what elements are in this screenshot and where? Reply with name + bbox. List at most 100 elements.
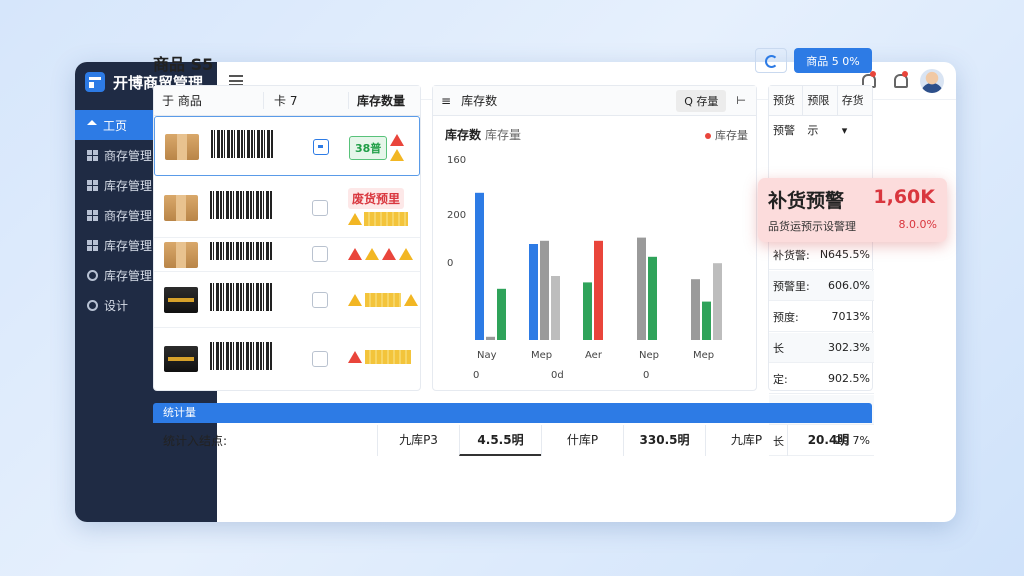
x-tick-label: Aer [585,350,603,361]
x-tick-label: Nay [477,350,497,361]
alert-pct: 45.5% [835,248,870,261]
warning-icon [382,248,396,260]
grid-icon [87,179,98,191]
inventory-chart-panel: ≡ 库存数 Q 存量 ⊢ 库存数库存量 库存量 1201602000NayMep… [432,85,757,391]
row-checkbox[interactable] [312,246,328,262]
list-icon: ≡ [441,93,452,108]
row-checkbox[interactable] [312,200,328,216]
chart-bar[interactable] [497,288,506,340]
x-sublabel: 0 [643,370,649,381]
home-icon [87,119,97,125]
chart-header: ≡ 库存数 Q 存量 ⊢ [433,86,756,116]
chart-bar[interactable] [529,244,538,340]
alert-pct: 13% [845,310,870,323]
alert-qty: 90 [828,372,843,385]
popup-percent: 8.0.0% [898,218,937,231]
alert-row[interactable]: 预度: 70 13% [769,302,874,332]
warning-icon [390,149,405,161]
barcode-image [210,342,272,376]
alert-row[interactable]: 长 30 2.3% [769,333,874,363]
stock-badge: 废货预里 [348,188,405,209]
alert-name: 预警里: [773,279,810,293]
column-header-product[interactable]: 于 商品 [154,92,264,109]
column-header-stock[interactable]: 存货 ▾ [838,86,872,137]
alert-row[interactable]: 预警里: 60 6.0% [769,271,874,301]
table-row[interactable] [154,272,420,328]
chart-expand-icon[interactable]: ⊢ [736,94,756,107]
alert-row[interactable]: 补货警: N6 45.5% [769,240,874,270]
logo-icon [85,72,105,92]
row-checkbox[interactable] [312,292,328,308]
product-image [164,242,198,268]
stock-badge: 38普 [349,135,388,160]
x-tick-label: Mep [531,350,552,361]
column-header-code[interactable]: 卡 7 [264,92,349,109]
avatar[interactable] [920,69,944,93]
alert-qty: 70 [831,310,846,323]
chart-tab[interactable]: Q 存量 [676,89,727,112]
stock-cell [348,293,418,307]
alert-row[interactable]: 定: 90 2.5% [769,364,874,394]
chart-bar[interactable] [583,282,592,340]
table-row[interactable]: 38普 [154,116,420,176]
stock-cell [348,248,413,260]
stock-level-bar [364,212,408,226]
product-image [164,287,198,313]
x-sublabel: 0d [551,370,564,381]
chart-header-label: 库存数 [461,94,498,108]
chart-bar[interactable] [713,263,722,340]
restock-alert-popup[interactable]: 补货预警 1,60K 品货运预示设警理 8.0.0% [758,178,947,242]
chart-bar[interactable] [594,240,603,340]
chart-bar[interactable] [702,301,711,340]
barcode-image [211,130,273,164]
product-image [164,195,198,221]
alert-pct: 2.5% [842,372,870,385]
alert-name: 长 [773,341,784,355]
chart-bar[interactable] [637,237,646,340]
chart-bar[interactable] [475,192,484,340]
y-tick-label: 160 [447,155,466,166]
row-checkbox[interactable] [312,351,328,367]
warning-icon [348,213,362,225]
chart-bar[interactable] [540,240,549,340]
alert-table-header: 预货预警 预限示 存货 ▾ [769,85,872,137]
column-header-stock[interactable]: 库存数量 [349,92,420,109]
summary-cell: 九库P [705,425,787,456]
row-checkbox[interactable] [313,139,329,155]
column-header-alert[interactable]: 预货预警 [769,85,804,137]
stock-cell [348,350,411,364]
table-header: 于 商品 卡 7 库存数量 [154,86,420,116]
summary-value[interactable]: 4.5.5明 [459,425,541,456]
stock-cell: 38普 [349,134,405,161]
barcode-image [210,242,272,266]
alert-name: 定: [773,372,788,386]
alert-qty: N6 [819,248,836,261]
primary-button[interactable]: 商品 5 0% [794,48,872,73]
page-title: 商品 S5 [153,55,214,74]
gear-icon [87,269,98,281]
notification-icon[interactable] [892,71,908,88]
summary-cell: 什库P [541,425,623,456]
summary-cell: 九库P3 [377,425,459,456]
grid-icon [87,239,98,251]
x-sublabel: 0 [473,370,479,381]
table-row[interactable] [154,238,420,272]
stock-cell: 废货预里 [348,188,408,226]
y-tick-label: 0 [447,258,453,269]
chart-bar[interactable] [648,256,657,340]
chart-bar[interactable] [551,276,560,340]
alert-qty: 60 [828,279,843,292]
table-row[interactable]: 废货预里 [154,178,420,238]
alert-pct: 2.3% [842,341,870,354]
sync-button[interactable] [755,48,787,73]
table-row[interactable] [154,328,420,390]
warning-icon [348,248,362,260]
chart-bar[interactable] [691,279,700,340]
gear-icon [87,299,98,311]
grid-icon [87,209,98,221]
x-tick-label: Mep [693,350,714,361]
chart-bar[interactable] [486,336,495,340]
product-image [165,134,199,160]
column-header-limit[interactable]: 预限示 [803,85,838,137]
stock-indicators [348,212,408,226]
